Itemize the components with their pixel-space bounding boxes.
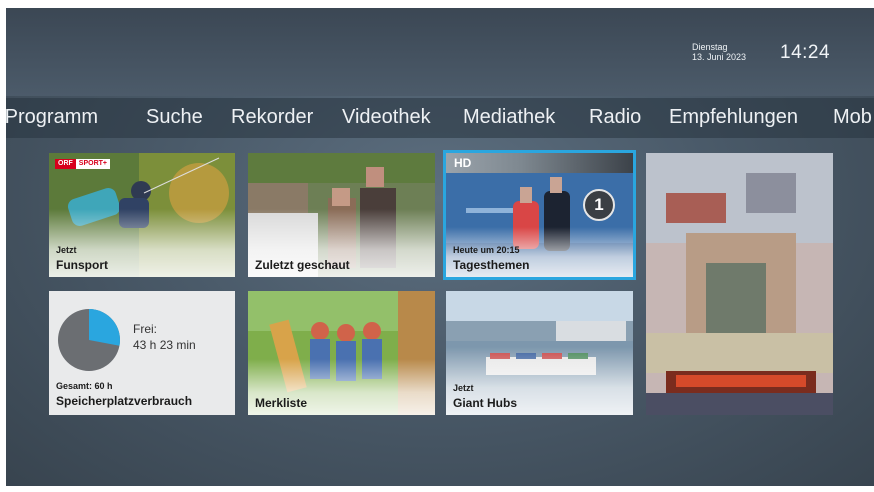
tv-screen: Dienstag 13. Juni 2023 14:24 -Programm S… xyxy=(6,8,874,486)
tile-title: Merkliste xyxy=(255,396,308,410)
menu-item-rekorder[interactable]: Rekorder xyxy=(231,106,313,129)
tile-title: Giant Hubs xyxy=(453,396,518,410)
menu-item-empfehlungen[interactable]: Empfehlungen xyxy=(669,106,798,129)
orf-sport-logo: ORF SPORT+ xyxy=(55,159,110,169)
main-menu: -Programm Suche Rekorder Videothek Media… xyxy=(6,98,874,138)
tile-tagesthemen[interactable]: HD 1 Heute um 20:15 Tagesthemen xyxy=(443,150,636,280)
menu-item-radio[interactable]: Radio xyxy=(589,106,641,129)
free-space-info: Frei: 43 h 23 min xyxy=(133,321,196,353)
channel-one-badge: 1 xyxy=(583,189,615,221)
menu-item-mobil[interactable]: Mob xyxy=(833,106,872,129)
free-label: Frei: xyxy=(133,322,157,336)
date-label: 13. Juni 2023 xyxy=(692,52,747,62)
menu-item-tv-programm[interactable]: -Programm xyxy=(6,106,98,129)
free-value: 43 h 23 min xyxy=(133,338,196,352)
hd-logo: HD xyxy=(454,156,472,170)
weekday-label: Dienstag xyxy=(692,42,728,52)
tile-merkliste[interactable]: Merkliste xyxy=(248,291,435,415)
tile-sub-label: Heute um 20:15 xyxy=(453,245,520,255)
total-space: Gesamt: 60 h xyxy=(56,381,113,391)
clock: 14:24 xyxy=(780,42,831,63)
tile-title: Speicherplatzverbrauch xyxy=(56,394,193,408)
poster-image xyxy=(646,153,833,415)
tile-sub-label: Jetzt xyxy=(56,245,77,255)
tile-speicherplatz[interactable]: Frei: 43 h 23 min Gesamt: 60 h Speicherp… xyxy=(49,291,235,415)
tile-zuletzt-geschaut[interactable]: Zuletzt geschaut xyxy=(248,153,435,277)
menu-item-suche[interactable]: Suche xyxy=(146,106,203,129)
storage-pie-chart xyxy=(58,309,120,371)
tile-funsport[interactable]: ORF SPORT+ Jetzt Funsport xyxy=(49,153,235,277)
tile-featured-poster[interactable] xyxy=(646,153,833,415)
menu-item-videothek[interactable]: Videothek xyxy=(342,106,431,129)
date-display: Dienstag 13. Juni 2023 xyxy=(692,42,746,62)
tile-sub-label: Jetzt xyxy=(453,383,474,393)
channel-band xyxy=(446,153,633,173)
menu-item-mediathek[interactable]: Mediathek xyxy=(463,106,555,129)
tile-title: Zuletzt geschaut xyxy=(255,258,350,272)
tile-giant-hubs[interactable]: Jetzt Giant Hubs xyxy=(446,291,633,415)
top-bar: Dienstag 13. Juni 2023 14:24 xyxy=(6,8,874,96)
tile-title: Funsport xyxy=(56,258,108,272)
tile-title: Tagesthemen xyxy=(453,258,530,272)
